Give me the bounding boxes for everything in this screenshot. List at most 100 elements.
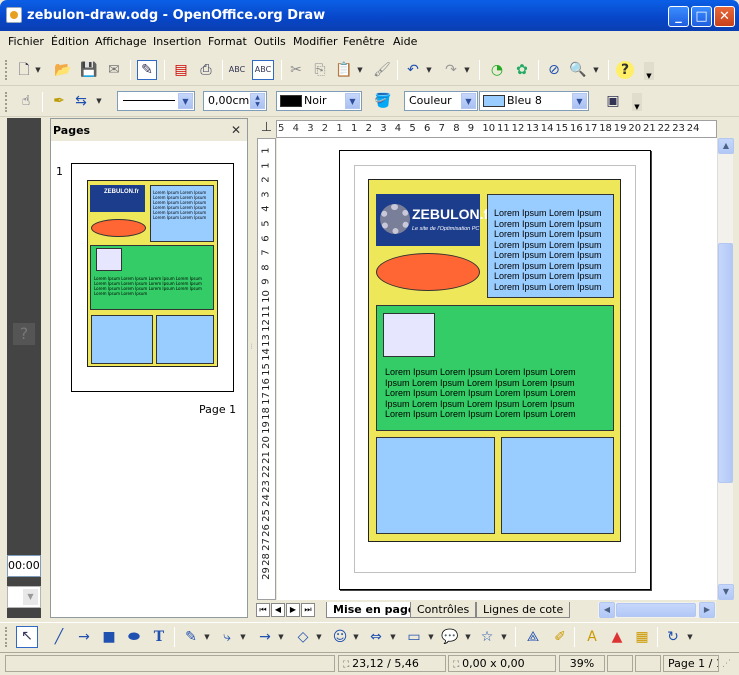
drawing-canvas[interactable]: ZEBULON.fr Le site de l'Optimisation PC …: [277, 138, 717, 600]
arrow-line-icon[interactable]: →: [75, 628, 93, 646]
maximize-button[interactable]: □: [691, 6, 712, 27]
app-icon[interactable]: [6, 7, 22, 23]
toolbar-overflow-icon[interactable]: ▼: [644, 62, 654, 80]
from-file-icon[interactable]: ▲: [608, 628, 626, 646]
menu-edition[interactable]: Édition: [51, 35, 89, 48]
print-icon[interactable]: ⎙: [197, 61, 215, 79]
clone-formatting-icon[interactable]: 🖌: [373, 61, 391, 79]
fill-type-select[interactable]: Couleur ▼: [404, 91, 478, 111]
redo-dropdown-arrow-icon[interactable]: ▼: [463, 61, 471, 79]
email-icon[interactable]: ✉: [105, 61, 123, 79]
line-icon[interactable]: ✒: [50, 92, 68, 110]
menu-fichier[interactable]: Fichier: [8, 35, 44, 48]
connector-icon[interactable]: ⤷: [218, 628, 236, 646]
points-icon[interactable]: ⟁: [524, 628, 542, 646]
next-tab-icon[interactable]: ▶: [286, 603, 300, 617]
toolbar-overflow-icon-2[interactable]: ▼: [632, 93, 642, 111]
text-icon[interactable]: T: [150, 628, 168, 646]
vertical-scrollbar[interactable]: ▲ ▼: [717, 138, 734, 600]
new-dropdown-arrow-icon[interactable]: ▼: [34, 61, 42, 79]
undo-icon[interactable]: ↶: [404, 61, 422, 79]
menu-insertion[interactable]: Insertion: [153, 35, 201, 48]
curve-icon[interactable]: ✎: [182, 628, 200, 646]
zebulon-logo[interactable]: ZEBULON.fr Le site de l'Optimisation PC: [376, 194, 494, 246]
small-square[interactable]: [383, 313, 435, 357]
redo-icon[interactable]: ↷: [442, 61, 460, 79]
tab-mise-en-page[interactable]: Mise en page: [326, 602, 423, 618]
orange-ellipse[interactable]: [376, 253, 480, 291]
gallery-icon[interactable]: ▦: [633, 628, 651, 646]
block-arrows-icon[interactable]: ⇔: [367, 628, 385, 646]
toolbar-grip-2[interactable]: [5, 92, 9, 112]
paste-icon[interactable]: 📋: [335, 61, 353, 79]
new-document-icon[interactable]: 🗋: [15, 61, 33, 79]
horizontal-scrollbar[interactable]: ◀ ▶: [598, 602, 716, 618]
export-pdf-icon[interactable]: ▤: [172, 61, 190, 79]
page-thumbnail[interactable]: ZEBULON.fr Lorem Ipsum Lorem Ipsum Lorem…: [71, 163, 234, 392]
blue-box-left[interactable]: [376, 437, 495, 534]
menu-format[interactable]: Format: [208, 35, 247, 48]
symbol-shapes-icon[interactable]: ☺: [331, 628, 349, 646]
first-tab-icon[interactable]: ⏮: [256, 603, 270, 617]
glue-points-icon[interactable]: ✐: [551, 628, 569, 646]
help-icon[interactable]: ?: [616, 61, 634, 79]
prev-tab-icon[interactable]: ◀: [271, 603, 285, 617]
navigator-icon[interactable]: ✿: [513, 61, 531, 79]
line-style-select[interactable]: ▼: [117, 91, 195, 111]
paste-dropdown-arrow-icon[interactable]: ▼: [356, 61, 364, 79]
menu-fenetre[interactable]: Fenêtre: [343, 35, 385, 48]
select-arrow-icon[interactable]: ↖: [16, 626, 38, 648]
lorem-text-box[interactable]: Lorem Ipsum Lorem Ipsum Lorem Ipsum Lorem…: [487, 194, 614, 298]
menu-modifier[interactable]: Modifier: [293, 35, 337, 48]
vertical-scroll-thumb[interactable]: [718, 243, 733, 483]
chart-icon[interactable]: ◔: [488, 61, 506, 79]
fontwork-icon[interactable]: A: [583, 628, 601, 646]
save-icon[interactable]: 💾: [80, 61, 98, 79]
fill-color-select[interactable]: Bleu 8 ▼: [479, 91, 589, 111]
callouts-icon[interactable]: 💬: [441, 628, 459, 646]
pages-panel-close-icon[interactable]: ✕: [231, 123, 241, 137]
close-button[interactable]: ✕: [714, 6, 735, 27]
ellipse-icon[interactable]: ⬬: [125, 628, 143, 646]
stars-icon[interactable]: ☆: [478, 628, 496, 646]
menu-affichage[interactable]: Affichage: [95, 35, 147, 48]
panel-splitter[interactable]: ⋮: [248, 118, 255, 618]
vertical-ruler[interactable]: 1 1 2 3 4 5 6 7 8 9 10 11 12 13 14 15 16 17 18 19 20 21 22 23 24…: [257, 138, 276, 600]
line-width-field[interactable]: 0,00cm ▲ ▼: [203, 91, 267, 111]
ruler-corner-icon[interactable]: ⊥: [257, 120, 276, 138]
basic-shapes-icon[interactable]: ◇: [294, 628, 312, 646]
time-field[interactable]: 00:00: [7, 555, 41, 577]
edit-file-icon[interactable]: ✎: [137, 60, 157, 80]
zoom-dropdown-arrow-icon[interactable]: ▼: [592, 61, 600, 79]
navigator-compass-icon[interactable]: ⊘: [545, 61, 563, 79]
partial-select[interactable]: ▼: [7, 586, 41, 608]
line-tool-icon[interactable]: ╱: [50, 628, 68, 646]
shadow-icon[interactable]: ▣: [604, 92, 622, 110]
minimize-button[interactable]: _: [668, 6, 689, 27]
scroll-right-icon[interactable]: ▶: [699, 602, 715, 618]
area-fill-icon[interactable]: 🪣: [374, 92, 392, 110]
blue-box-right[interactable]: [501, 437, 614, 534]
open-folder-icon[interactable]: 📂: [54, 61, 72, 79]
rotate-icon[interactable]: ↻: [664, 628, 682, 646]
scroll-up-icon[interactable]: ▲: [718, 138, 734, 154]
arrow-style-icon[interactable]: ⇆: [72, 92, 90, 110]
menu-aide[interactable]: Aide: [393, 35, 417, 48]
spellcheck-icon[interactable]: ABC: [228, 61, 246, 79]
select-object-icon[interactable]: ☝: [17, 92, 35, 110]
horizontal-ruler[interactable]: 5 4 3 2 1 1 2 3 4 5 6 7 8 9 10 11 12 13 14 15 16 17 18 19 20 21 22…: [276, 120, 717, 138]
green-text-box[interactable]: Lorem Ipsum Lorem Ipsum Lorem Ipsum Lore…: [376, 305, 614, 431]
horizontal-scroll-thumb[interactable]: [616, 603, 696, 617]
lines-arrows-icon[interactable]: →: [256, 628, 274, 646]
resize-grip-icon[interactable]: ⋰: [722, 659, 734, 671]
cut-icon[interactable]: ✂: [287, 61, 305, 79]
flowchart-icon[interactable]: ▭: [405, 628, 423, 646]
scroll-down-icon[interactable]: ▼: [718, 584, 734, 600]
status-zoom[interactable]: 39%: [559, 655, 605, 672]
menu-outils[interactable]: Outils: [254, 35, 286, 48]
copy-icon[interactable]: ⎘: [311, 61, 329, 79]
zoom-icon[interactable]: 🔍: [569, 61, 587, 79]
toolbar-grip[interactable]: [5, 60, 9, 80]
tab-controles[interactable]: Contrôles: [410, 602, 477, 618]
undo-dropdown-arrow-icon[interactable]: ▼: [425, 61, 433, 79]
